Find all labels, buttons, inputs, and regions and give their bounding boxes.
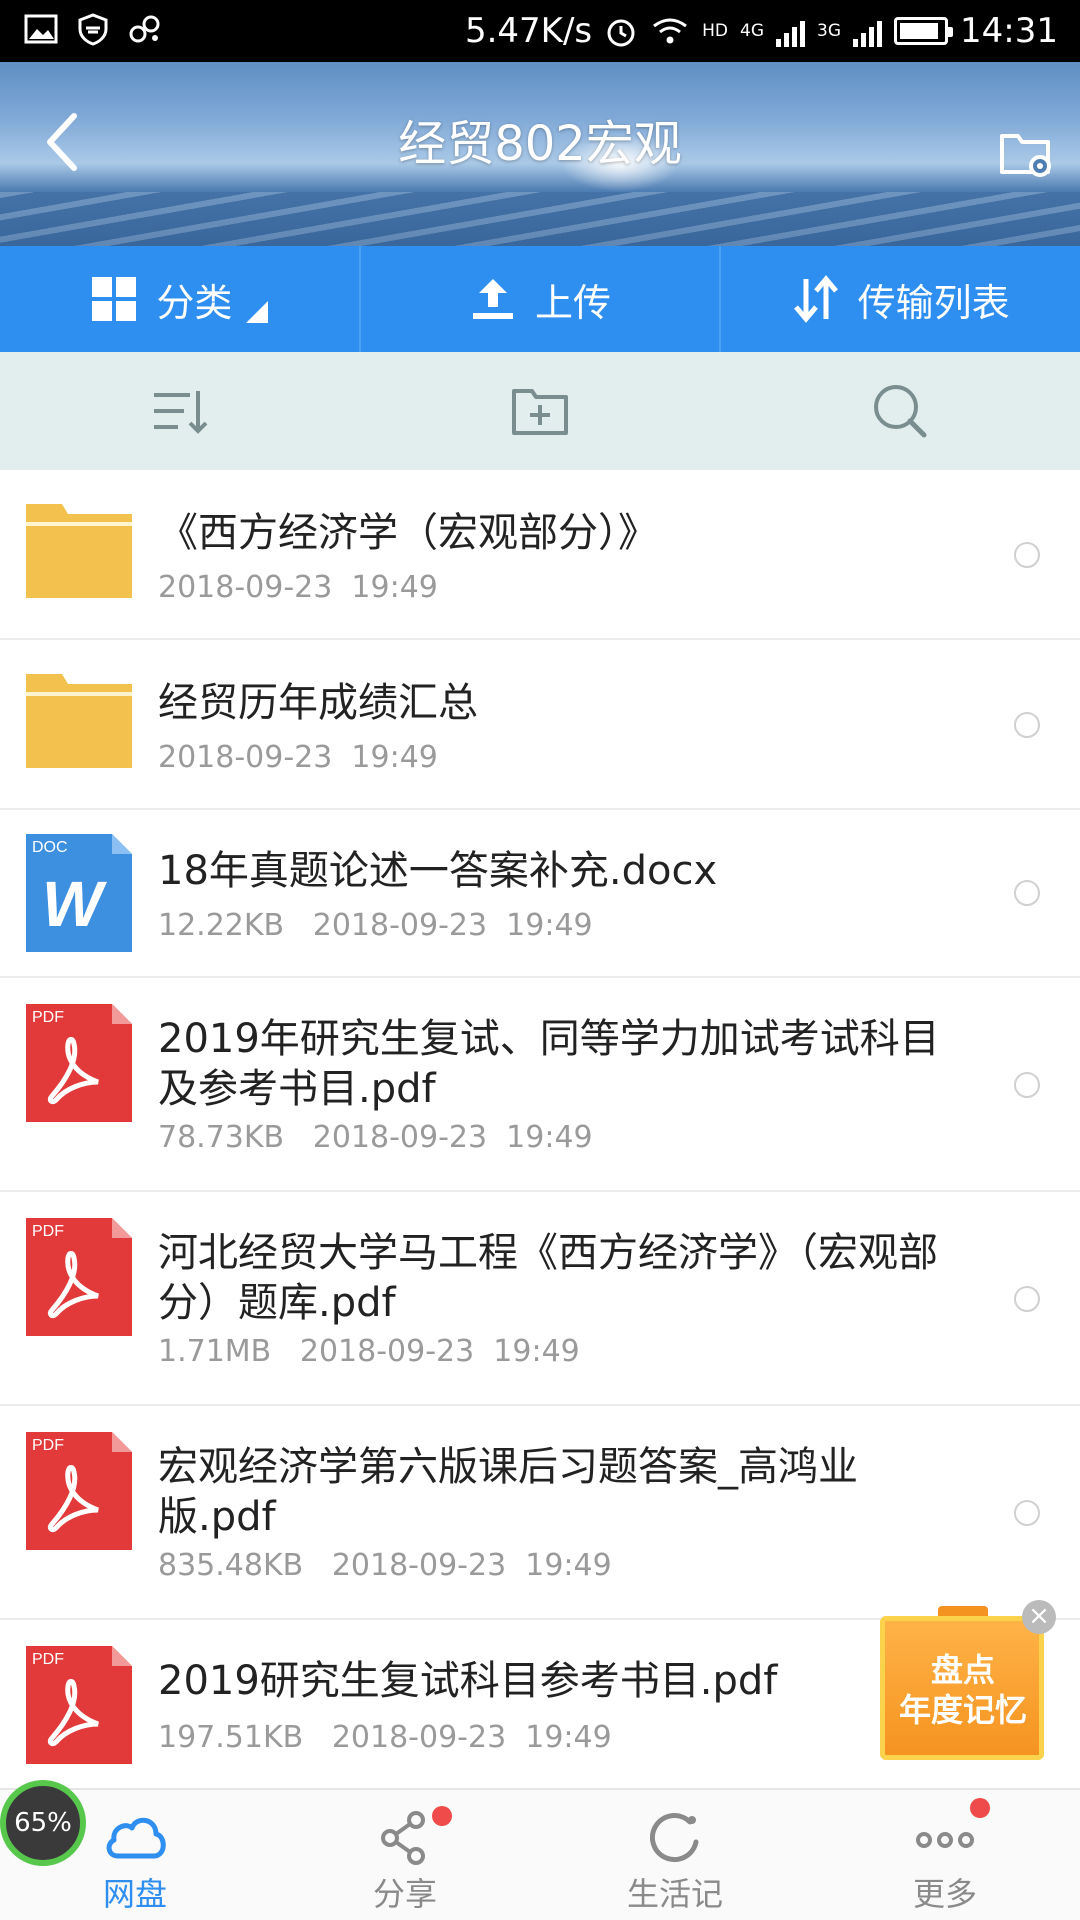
hd-label: HD: [702, 21, 729, 41]
select-radio[interactable]: [1014, 1072, 1040, 1098]
app-notification-icon: [129, 15, 160, 43]
folder-icon: [26, 504, 132, 598]
header: 经贸802宏观: [0, 62, 1080, 246]
doc-badge: DOC: [32, 839, 68, 856]
sort-button[interactable]: [0, 352, 360, 470]
file-row[interactable]: PDF 河北经贸大学马工程《西方经济学》（宏观部分）题库.pdf 1.71MB …: [0, 1192, 1080, 1406]
nav-label: 分享: [372, 1875, 437, 1913]
file-meta: 835.48KB 2018-09-23 19:49: [158, 1548, 612, 1583]
pdf-icon: PDF: [26, 1646, 132, 1764]
svg-text:W: W: [42, 868, 107, 940]
svg-text:PDF: PDF: [32, 1651, 64, 1668]
nav-label: 生活记: [626, 1875, 723, 1913]
close-icon[interactable]: ×: [1022, 1600, 1056, 1634]
promo-line2: 年度记忆: [898, 1691, 1027, 1729]
select-radio[interactable]: [1014, 542, 1040, 568]
battery-icon: [894, 17, 954, 45]
4g-label: 4G: [740, 21, 765, 41]
file-meta: 12.22KB 2018-09-23 19:49: [158, 908, 593, 943]
pdf-icon: PDF: [26, 1432, 132, 1550]
file-row[interactable]: 经贸历年成绩汇总 2018-09-23 19:49: [0, 640, 1080, 810]
file-name: 2019研究生复试科目参考书目.pdf: [158, 1658, 778, 1704]
more-icon: [916, 1832, 974, 1848]
category-button[interactable]: 分类: [0, 246, 359, 352]
new-folder-button[interactable]: [360, 352, 720, 470]
status-bar: 5.47K/s HD 4G 3G 14:31: [0, 0, 1080, 62]
transfer-list-label: 传输列表: [857, 280, 1010, 325]
more-notification-dot: [970, 1798, 990, 1818]
page-title: 经贸802宏观: [398, 116, 682, 172]
nav-more[interactable]: 更多: [810, 1790, 1080, 1920]
upload-label: 上传: [535, 280, 612, 325]
share-notification-dot: [432, 1806, 452, 1826]
dropdown-triangle-icon: [246, 301, 269, 323]
word-doc-icon: DOC W: [26, 834, 132, 952]
file-row[interactable]: 《西方经济学（宏观部分）》 2018-09-23 19:49: [0, 470, 1080, 640]
pdf-icon: PDF: [26, 1218, 132, 1336]
select-radio[interactable]: [1014, 880, 1040, 906]
folder-icon: [26, 674, 132, 768]
file-name: 2019年研究生复试、同等学力加试考试科目及参考书目.pdf: [158, 1016, 940, 1112]
share-icon: [381, 1811, 425, 1865]
file-name: 《西方经济学（宏观部分）》: [158, 510, 658, 556]
search-icon: [874, 385, 927, 438]
toolbar: [0, 352, 1080, 470]
select-radio[interactable]: [1014, 712, 1040, 738]
signal-3g-icon: [853, 15, 883, 47]
file-list: 《西方经济学（宏观部分）》 2018-09-23 19:49 经贸历年成绩汇总 …: [0, 470, 1080, 1786]
nav-share[interactable]: 分享: [270, 1790, 540, 1920]
memory-boost-widget[interactable]: 65%: [0, 1780, 86, 1866]
svg-text:PDF: PDF: [32, 1437, 64, 1454]
grid-icon: [92, 277, 137, 321]
new-folder-icon: [512, 389, 568, 435]
year-memory-promo[interactable]: 盘点 年度记忆 ×: [880, 1600, 1056, 1760]
action-bar: 分类 上传 传输列表: [0, 246, 1080, 352]
file-name: 经贸历年成绩汇总: [158, 680, 478, 726]
svg-text:PDF: PDF: [32, 1009, 64, 1026]
clock: 14:31: [960, 11, 1058, 51]
file-meta: 197.51KB 2018-09-23 19:49: [158, 1720, 612, 1755]
transfer-icon: [793, 275, 838, 323]
promo-line1: 盘点: [930, 1651, 995, 1689]
nav-label: 更多: [912, 1875, 977, 1913]
nav-life-record[interactable]: 生活记: [540, 1790, 810, 1920]
file-row[interactable]: PDF 宏观经济学第六版课后习题答案_高鸿业版.pdf 835.48KB 201…: [0, 1406, 1080, 1620]
promo-text: 盘点 年度记忆: [880, 1650, 1046, 1730]
network-speed: 5.47K/s: [464, 11, 593, 51]
category-label: 分类: [156, 280, 233, 325]
nav-label: 网盘: [102, 1875, 167, 1913]
svg-text:PDF: PDF: [32, 1223, 64, 1240]
cloud-icon: [106, 1817, 166, 1859]
upload-icon: [473, 279, 513, 319]
transfer-list-button[interactable]: 传输列表: [719, 246, 1080, 352]
folder-settings-icon[interactable]: [996, 122, 1056, 182]
wifi-icon: [653, 18, 688, 44]
signal-4g-icon: [776, 15, 806, 47]
shield-notification-icon: [78, 13, 108, 46]
file-meta: 2018-09-23 19:49: [158, 740, 438, 775]
image-notification-icon: [24, 14, 58, 44]
select-radio[interactable]: [1014, 1286, 1040, 1312]
alarm-icon: [607, 19, 635, 47]
select-radio[interactable]: [1014, 1500, 1040, 1526]
file-meta: 1.71MB 2018-09-23 19:49: [158, 1334, 580, 1369]
life-record-icon: [649, 1813, 699, 1863]
header-background-waves: [0, 192, 1080, 246]
pdf-icon: PDF: [26, 1004, 132, 1122]
upload-button[interactable]: 上传: [358, 246, 720, 352]
file-meta: 2018-09-23 19:49: [158, 570, 438, 605]
file-name: 18年真题论述一答案补充.docx: [158, 848, 718, 894]
file-meta: 78.73KB 2018-09-23 19:49: [158, 1120, 593, 1155]
sort-icon: [154, 391, 208, 434]
3g-label: 3G: [817, 21, 842, 41]
bottom-nav: 网盘 分享 生活记 更多: [0, 1788, 1080, 1920]
file-row[interactable]: PDF 2019年研究生复试、同等学力加试考试科目及参考书目.pdf 78.73…: [0, 978, 1080, 1192]
file-row[interactable]: DOC W 18年真题论述一答案补充.docx 12.22KB 2018-09-…: [0, 810, 1080, 978]
file-name: 河北经贸大学马工程《西方经济学》（宏观部分）题库.pdf: [158, 1230, 938, 1326]
search-button[interactable]: [720, 352, 1080, 470]
file-name: 宏观经济学第六版课后习题答案_高鸿业版.pdf: [158, 1444, 858, 1540]
